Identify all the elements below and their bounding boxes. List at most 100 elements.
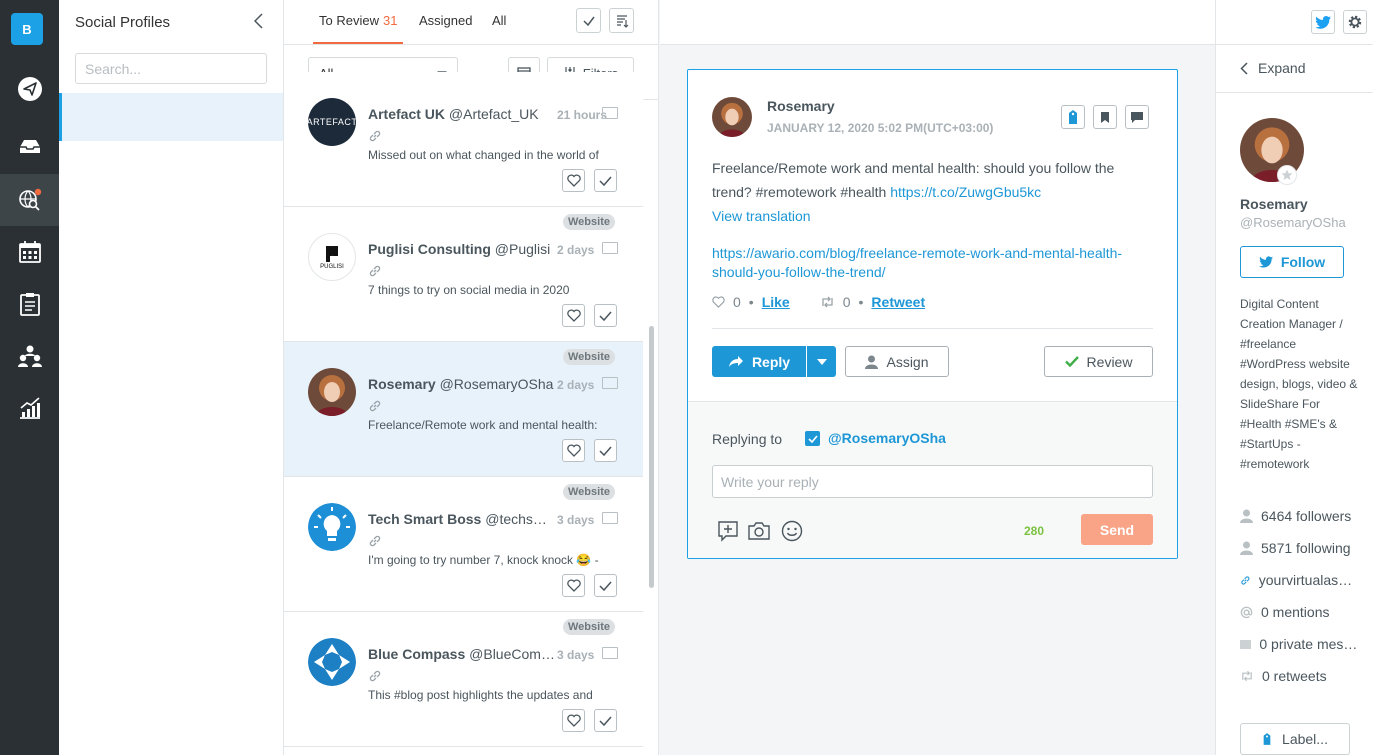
star-icon <box>1281 169 1293 180</box>
retweet-icon <box>1242 670 1252 682</box>
bookmark-icon <box>1101 111 1109 123</box>
feed-post-selected[interactable]: Website Rosemary @RosemaryOSha 2 days Fr… <box>284 342 643 477</box>
calendar-icon <box>18 241 41 263</box>
profile-search-input[interactable] <box>75 53 267 84</box>
publish-nav-button[interactable] <box>0 63 59 115</box>
favorite-button[interactable] <box>1277 165 1297 185</box>
recipient-checkbox[interactable] <box>805 431 820 446</box>
mark-reviewed-button[interactable] <box>594 709 617 732</box>
post-url-link[interactable]: https://awario.com/blog/freelance-remote… <box>712 244 1152 282</box>
check-icon <box>599 716 612 726</box>
inbox-nav-button[interactable] <box>0 120 59 172</box>
send-button[interactable]: Send <box>1081 514 1153 545</box>
mentions-stat: 0 mentions <box>1240 604 1358 620</box>
message-icon <box>602 647 618 659</box>
profile-bio: Digital Content Creation Manager / #free… <box>1240 297 1358 471</box>
heart-icon <box>566 714 581 727</box>
at-icon <box>1240 606 1253 618</box>
view-translation-link[interactable]: View translation <box>712 208 811 224</box>
paper-plane-icon <box>17 77 42 101</box>
feed-post[interactable]: Website Blue Compass @BlueCompass 3 days… <box>284 612 643 747</box>
emoji-button[interactable] <box>780 519 804 543</box>
review-button[interactable]: Review <box>1044 346 1153 377</box>
website-stat[interactable]: yourvirtualassistant <box>1240 572 1358 588</box>
mark-reviewed-button[interactable] <box>594 439 617 462</box>
feed-post[interactable]: ARTEFACT Artefact UK @Artefact_UK 21 hou… <box>284 72 643 207</box>
mark-all-reviewed-button[interactable] <box>576 8 601 33</box>
like-button[interactable] <box>562 574 585 597</box>
feed-post[interactable]: Website Tech Smart Boss @techsmartboss 3… <box>284 477 643 612</box>
expand-button[interactable]: Expand <box>1240 60 1305 76</box>
source-badge: Website <box>563 349 615 365</box>
comment-icon <box>1131 111 1143 123</box>
selected-profile-item[interactable] <box>59 93 283 141</box>
twitter-icon <box>1259 256 1273 268</box>
twitter-icon <box>1315 15 1331 29</box>
calendar-nav-button[interactable] <box>0 226 59 278</box>
post-author: Puglisi Consulting @Puglisi <box>368 241 551 257</box>
link-icon <box>369 535 381 547</box>
post-author: Blue Compass @BlueCompass <box>368 646 558 662</box>
tab-all[interactable]: All <box>492 13 506 28</box>
bookmark-button[interactable] <box>1093 105 1117 129</box>
mark-reviewed-button[interactable] <box>594 574 617 597</box>
team-nav-button[interactable] <box>0 330 59 382</box>
add-photo-button[interactable] <box>747 519 771 543</box>
mark-reviewed-button[interactable] <box>594 304 617 327</box>
label-button[interactable]: Label... <box>1240 723 1350 755</box>
check-icon <box>599 446 612 456</box>
tab-assigned[interactable]: Assigned <box>419 13 472 28</box>
like-button[interactable] <box>562 169 585 192</box>
chevron-left-icon <box>1240 61 1248 75</box>
avatar <box>308 368 356 416</box>
post-time: 3 days <box>557 648 595 662</box>
settings-button[interactable] <box>1343 10 1367 34</box>
chevron-left-icon[interactable] <box>251 12 267 30</box>
message-icon <box>602 512 618 524</box>
add-comment-icon <box>718 521 738 542</box>
brand-logo[interactable]: B <box>11 13 43 45</box>
tab-to-review[interactable]: To Review 31 <box>319 13 397 28</box>
profile-handle: @RosemaryOSha <box>1240 215 1346 230</box>
like-button[interactable] <box>562 439 585 462</box>
reply-options-button[interactable] <box>807 346 836 377</box>
feed-scrollbar[interactable] <box>649 326 654 588</box>
post-author: Rosemary @RosemaryOSha <box>368 376 554 392</box>
note-button[interactable] <box>1125 105 1149 129</box>
reply-button[interactable]: Reply <box>712 346 806 377</box>
review-count-badge: 31 <box>382 13 398 28</box>
add-attachment-button[interactable] <box>716 519 740 543</box>
post-short-link[interactable]: https://t.co/ZuwgGbu5kc <box>890 184 1041 200</box>
assign-button[interactable]: Assign <box>845 346 949 377</box>
heart-icon <box>566 309 581 322</box>
author-name[interactable]: Rosemary <box>767 98 835 114</box>
mark-reviewed-button[interactable] <box>594 169 617 192</box>
active-tab-indicator <box>313 42 403 44</box>
reply-input[interactable] <box>712 465 1153 498</box>
message-icon <box>602 242 618 254</box>
following-stat: 5871 following <box>1240 540 1358 556</box>
post-text: Freelance/Remote work and mental health:… <box>712 160 1115 200</box>
tag-button[interactable] <box>1061 105 1085 129</box>
like-button[interactable] <box>562 709 585 732</box>
like-button[interactable] <box>562 304 585 327</box>
mention-detail-card: Rosemary JANUARY 12, 2020 5:02 PM(UTC+03… <box>687 69 1178 559</box>
post-snippet: This #blog post highlights the updates a… <box>368 688 593 702</box>
analytics-nav-button[interactable] <box>0 382 59 434</box>
check-icon <box>599 581 612 591</box>
monitor-nav-button[interactable] <box>0 174 59 226</box>
analytics-icon <box>19 397 40 419</box>
feed-post[interactable]: Website PUGLISI Puglisi Consulting @Pugl… <box>284 207 643 342</box>
followers-stat: 6464 followers <box>1240 508 1358 524</box>
sort-button[interactable] <box>609 8 634 33</box>
twitter-account-button[interactable] <box>1311 10 1335 34</box>
inbox-icon <box>19 140 40 153</box>
like-action[interactable]: Like <box>762 294 790 310</box>
follow-button[interactable]: Follow <box>1240 246 1344 278</box>
tasks-nav-button[interactable] <box>0 278 59 330</box>
divider <box>712 328 1153 329</box>
retweet-action[interactable]: Retweet <box>871 294 925 310</box>
profile-panel-header <box>1216 0 1373 45</box>
detail-header <box>660 0 1215 45</box>
avatar: PUGLISI <box>308 233 356 281</box>
